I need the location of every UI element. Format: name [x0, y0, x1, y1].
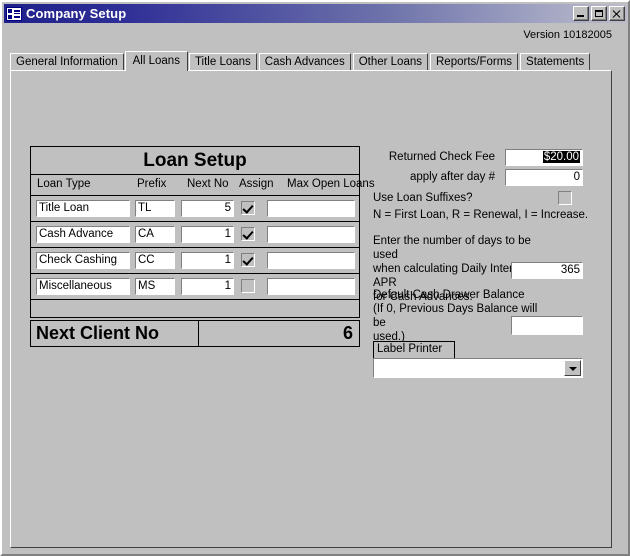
next-client-no-label: Next Client No	[31, 321, 199, 346]
version-label: Version 10182005	[523, 29, 612, 41]
company-setup-window: Company Setup Version 10182005 General I…	[0, 0, 630, 556]
table-row: Miscellaneous MS 1	[30, 273, 360, 299]
next-client-no-value: 6	[342, 323, 353, 343]
loan-type-input[interactable]: Miscellaneous	[36, 278, 130, 295]
column-header-max-open-loans: Max Open Loans	[287, 178, 375, 190]
loan-setup-header-row: Loan Type Prefix Next No Assign Max Open…	[30, 174, 375, 195]
window-controls	[573, 6, 625, 21]
tab-all-loans[interactable]: All Loans	[124, 51, 188, 71]
minimize-button[interactable]	[573, 6, 589, 21]
daily-interest-days-note-line1: Enter the number of days to be used	[373, 235, 531, 261]
label-printer-label: Label Printer	[373, 341, 455, 358]
loan-type-input[interactable]: Title Loan	[36, 200, 130, 217]
apply-after-day-row: apply after day # 0	[373, 169, 603, 187]
label-printer-select[interactable]	[373, 358, 583, 378]
column-header-loan-type: Loan Type	[37, 178, 91, 190]
column-header-next-no: Next No	[187, 178, 229, 190]
tab-statements[interactable]: Statements	[520, 53, 591, 71]
use-loan-suffixes-label: Use Loan Suffixes?	[373, 192, 473, 204]
next-no-input[interactable]: 1	[181, 278, 234, 295]
table-row: Title Loan TL 5	[30, 195, 360, 221]
prefix-input[interactable]: CA	[135, 226, 175, 243]
column-header-assign: Assign	[239, 178, 274, 190]
assign-checkbox[interactable]	[241, 253, 255, 267]
use-loan-suffixes-row: Use Loan Suffixes?	[373, 190, 603, 208]
tab-title-loans[interactable]: Title Loans	[188, 53, 257, 71]
loan-type-input[interactable]: Check Cashing	[36, 252, 130, 269]
use-loan-suffixes-checkbox[interactable]	[558, 191, 572, 205]
max-open-loans-input[interactable]	[267, 226, 355, 243]
window-title: Company Setup	[26, 6, 127, 21]
assign-checkbox[interactable]	[241, 227, 255, 241]
returned-check-fee-label: Returned Check Fee	[388, 151, 495, 163]
chevron-down-icon[interactable]	[564, 360, 581, 376]
returned-check-fee-input[interactable]: $20.00	[505, 149, 583, 166]
form-icon	[6, 6, 22, 21]
max-open-loans-input[interactable]	[267, 252, 355, 269]
next-no-input[interactable]: 1	[181, 226, 234, 243]
title-bar[interactable]: Company Setup	[4, 4, 628, 23]
loan-type-input[interactable]: Cash Advance	[36, 226, 130, 243]
all-loans-tab-page: Loan Setup Loan Type Prefix Next No Assi…	[10, 70, 612, 548]
table-empty-row	[30, 299, 360, 318]
client-area: Version 10182005 General Information All…	[4, 23, 628, 554]
assign-checkbox[interactable]	[241, 201, 255, 215]
cash-drawer-balance-input[interactable]	[511, 316, 583, 335]
prefix-input[interactable]: TL	[135, 200, 175, 217]
max-open-loans-input[interactable]	[267, 278, 355, 295]
loan-setup-title: Loan Setup	[30, 146, 360, 174]
max-open-loans-input[interactable]	[267, 200, 355, 217]
suffix-legend: N = First Loan, R = Renewal, I = Increas…	[373, 209, 589, 221]
next-no-input[interactable]: 5	[181, 200, 234, 217]
maximize-button[interactable]	[591, 6, 607, 21]
returned-check-fee-value: $20.00	[542, 151, 580, 163]
prefix-input[interactable]: CC	[135, 252, 175, 269]
tab-strip: General Information All Loans Title Loan…	[10, 51, 616, 71]
table-row: Check Cashing CC 1	[30, 247, 360, 273]
next-no-input[interactable]: 1	[181, 252, 234, 269]
close-button[interactable]	[609, 6, 625, 21]
tab-cash-advances[interactable]: Cash Advances	[258, 53, 351, 71]
apply-after-day-input[interactable]: 0	[505, 169, 583, 186]
tab-reports-forms[interactable]: Reports/Forms	[430, 53, 519, 71]
loan-setup-panel: Loan Setup Loan Type Prefix Next No Assi…	[30, 146, 375, 347]
apply-after-day-label: apply after day #	[409, 171, 495, 183]
daily-interest-days-input[interactable]: 365	[511, 262, 583, 279]
returned-check-fee-row: Returned Check Fee $20.00	[373, 149, 603, 167]
assign-checkbox[interactable]	[241, 279, 255, 293]
tab-other-loans[interactable]: Other Loans	[352, 53, 428, 71]
column-header-prefix: Prefix	[137, 178, 167, 190]
cash-drawer-balance-note-line1: Default Cash Drawer Balance	[373, 289, 525, 301]
next-client-no-row: Next Client No 6	[30, 320, 360, 347]
table-row: Cash Advance CA 1	[30, 221, 360, 247]
prefix-input[interactable]: MS	[135, 278, 175, 295]
tab-general-information[interactable]: General Information	[10, 53, 124, 71]
